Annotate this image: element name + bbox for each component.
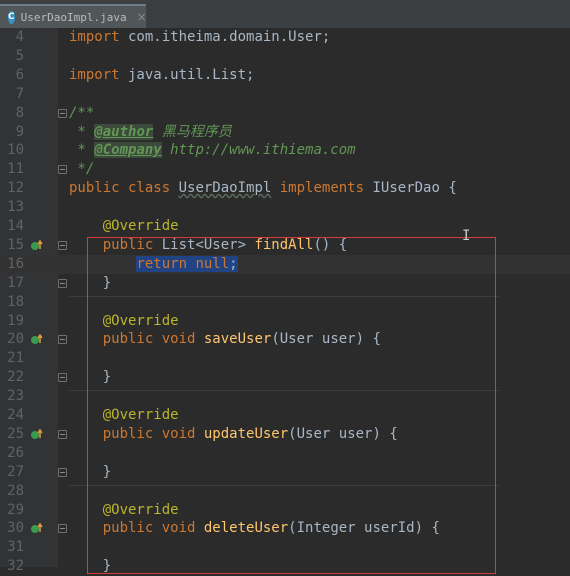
implements-method-icon[interactable] — [30, 519, 43, 538]
code-text: /** — [69, 104, 95, 121]
line-number: 12 — [7, 180, 24, 197]
fold-toggle-icon[interactable] — [58, 108, 67, 118]
line-number: 15 — [7, 236, 24, 253]
line-number: 5 — [15, 47, 24, 64]
line-number: 4 — [15, 29, 24, 45]
line-number: 28 — [7, 482, 24, 499]
line-number: 29 — [7, 501, 24, 518]
fold-toggle-icon[interactable] — [58, 335, 67, 345]
line-number: 13 — [7, 199, 24, 216]
line-number: 18 — [7, 293, 24, 310]
code-text: import com.itheima.domain.User; — [69, 29, 331, 45]
fold-toggle-icon[interactable] — [58, 373, 67, 383]
line-number: 30 — [7, 520, 24, 537]
line-number: 14 — [7, 218, 24, 234]
fold-toggle-icon[interactable] — [58, 278, 67, 288]
code-line-14[interactable]: 14 @Override — [0, 217, 570, 236]
line-number: 8 — [15, 104, 24, 121]
line-number: 6 — [15, 66, 24, 83]
line-number: 31 — [7, 539, 24, 556]
line-number: 7 — [15, 85, 24, 102]
code-line-13[interactable]: 13 — [0, 198, 570, 217]
fold-toggle-icon[interactable] — [58, 467, 67, 477]
fold-toggle-icon[interactable] — [58, 165, 67, 175]
close-tab-icon[interactable]: × — [137, 10, 147, 24]
code-line-11[interactable]: 11 */ — [0, 160, 570, 179]
code-line-7[interactable]: 7 — [0, 85, 570, 104]
line-number: 10 — [7, 142, 24, 159]
java-class-icon: C — [8, 10, 15, 24]
code-line-8[interactable]: 8 /** — [0, 104, 570, 123]
tab-userdaoimpl[interactable]: C UserDaoImpl.java × — [0, 4, 147, 28]
code-line-10[interactable]: 10 * @Company http://www.ithiema.com — [0, 141, 570, 160]
line-number: 26 — [7, 444, 24, 461]
implements-method-icon[interactable] — [30, 330, 43, 349]
code-text: import java.util.List; — [69, 66, 255, 83]
line-number: 25 — [7, 425, 24, 442]
code-line-5[interactable]: 5 — [0, 47, 570, 66]
fold-toggle-icon[interactable] — [58, 240, 67, 250]
code-text: * @author 黑马程序员 — [69, 123, 232, 140]
implements-method-icon[interactable] — [30, 236, 43, 255]
line-number: 24 — [7, 407, 24, 423]
code-line-12[interactable]: 12 public class UserDaoImpl implements IU… — [0, 179, 570, 198]
line-number: 19 — [7, 312, 24, 329]
line-number: 27 — [7, 463, 24, 480]
line-number: 23 — [7, 388, 24, 405]
line-number: 17 — [7, 274, 24, 291]
code-line-9[interactable]: 9 * @author 黑马程序员 — [0, 123, 570, 142]
highlight-box — [87, 237, 496, 574]
tab-title: UserDaoImpl.java — [20, 10, 127, 24]
code-text: * @Company http://www.ithiema.com — [69, 142, 356, 159]
fold-toggle-icon[interactable] — [58, 429, 67, 439]
code-line-6[interactable]: 6 import java.util.List; — [0, 66, 570, 85]
text-cursor-icon: I — [462, 228, 471, 244]
code-text: public class UserDaoImpl implements IUse… — [69, 180, 457, 197]
line-number: 22 — [7, 369, 24, 386]
line-number: 16 — [7, 255, 24, 272]
implements-method-icon[interactable] — [30, 425, 43, 444]
line-number: 11 — [7, 161, 24, 178]
fold-toggle-icon[interactable] — [58, 524, 67, 534]
code-text: */ — [69, 161, 95, 178]
code-line-4[interactable]: 4 import com.itheima.domain.User; — [0, 28, 570, 47]
line-number: 21 — [7, 350, 24, 367]
line-number: 20 — [7, 331, 24, 348]
code-editor[interactable]: 4 import com.itheima.domain.User; 5 6 import… — [0, 28, 570, 574]
editor-tab-bar: C UserDaoImpl.java × — [0, 0, 570, 29]
code-text: @Override — [102, 218, 179, 234]
line-number: 9 — [15, 123, 24, 140]
